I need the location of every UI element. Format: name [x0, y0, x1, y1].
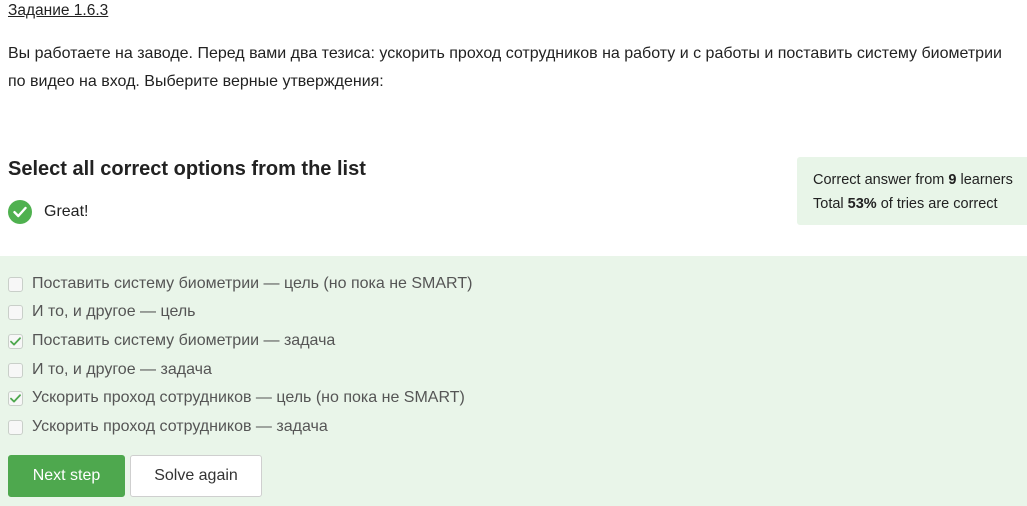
checkbox[interactable] — [8, 304, 23, 320]
option-item[interactable]: И то, и другое — цель — [8, 301, 196, 323]
checkbox[interactable] — [8, 390, 23, 406]
next-step-button[interactable]: Next step — [8, 455, 125, 497]
option-item[interactable]: Ускорить проход сотрудников — цель (но п… — [8, 387, 465, 409]
options-panel: Поставить систему биометрии — цель (но п… — [0, 256, 1027, 506]
option-item[interactable]: И то, и другое — задача — [8, 359, 212, 381]
checkbox[interactable] — [8, 276, 23, 292]
feedback-row: Great! — [8, 199, 88, 225]
stats-percent-suffix: of tries are correct — [876, 196, 998, 212]
checkbox[interactable] — [8, 419, 23, 435]
stats-learners-suffix: learners — [956, 172, 1013, 188]
stats-percent-value: 53% — [847, 196, 877, 212]
option-label: Ускорить проход сотрудников — цель (но п… — [32, 389, 465, 406]
option-item[interactable]: Поставить систему биометрии — цель (но п… — [8, 273, 472, 295]
stats-line-learners: Correct answer from 9 learners — [813, 168, 1027, 192]
option-label: Поставить систему биометрии — цель (но п… — [32, 275, 473, 292]
option-label: Поставить систему биометрии — задача — [32, 332, 336, 349]
option-label: Ускорить проход сотрудников — задача — [32, 418, 328, 435]
checkmark-icon — [10, 336, 21, 345]
task-description: Вы работаете на заводе. Перед вами два т… — [8, 45, 1002, 90]
stats-line-percent: Total 53% of tries are correct — [813, 192, 1027, 216]
solve-again-button[interactable]: Solve again — [130, 455, 262, 497]
feedback-text: Great! — [44, 203, 89, 220]
option-item[interactable]: Поставить систему биометрии — задача — [8, 330, 335, 352]
stats-box: Correct answer from 9 learners Total 53%… — [797, 157, 1027, 225]
option-label: И то, и другое — цель — [32, 303, 196, 320]
stats-percent-prefix: Total — [813, 196, 848, 212]
check-circle-icon — [8, 200, 32, 224]
task-title: Задание 1.6.3 — [8, 2, 109, 19]
question-title: Select all correct options from the list — [8, 158, 366, 180]
option-item[interactable]: Ускорить проход сотрудников — задача — [8, 416, 328, 438]
checkbox[interactable] — [8, 333, 23, 349]
stats-learners-prefix: Correct answer from — [813, 172, 949, 188]
checkbox[interactable] — [8, 362, 23, 378]
option-label: И то, и другое — задача — [32, 361, 212, 378]
checkmark-icon — [10, 393, 21, 402]
